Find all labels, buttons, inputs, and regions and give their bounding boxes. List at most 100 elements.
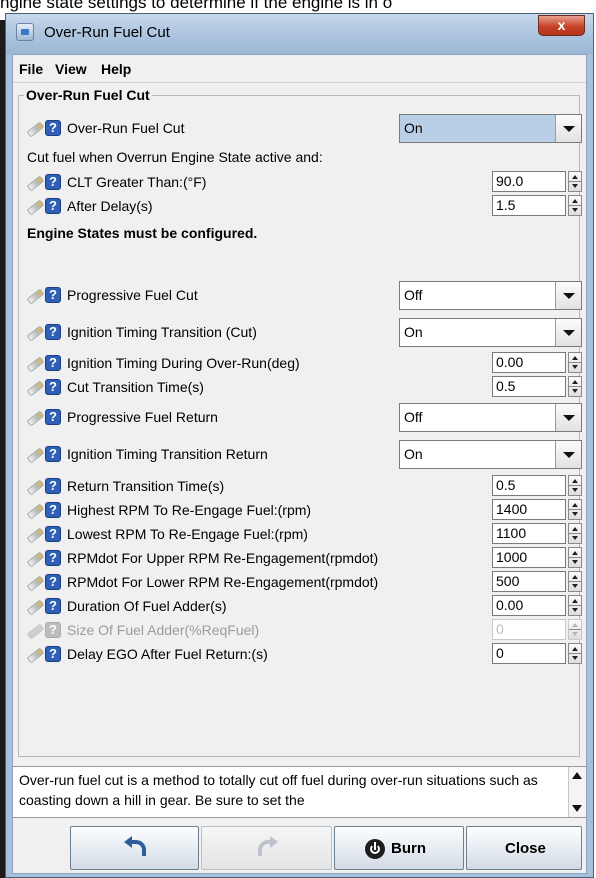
menu-view[interactable]: View	[55, 61, 87, 77]
spinner-arrows-icon[interactable]	[568, 523, 582, 544]
field-label: RPMdot For Upper RPM Re-Engagement(rpmdo…	[67, 550, 379, 566]
rpmdot-upper-stepper: 1000	[492, 547, 583, 568]
edit-pencil-icon[interactable]	[27, 503, 43, 517]
size-fuel-adder-stepper: 0	[492, 619, 583, 640]
value-field[interactable]: 90.0	[492, 171, 566, 192]
help-icon[interactable]: ?	[45, 120, 61, 136]
help-icon[interactable]: ?	[45, 646, 61, 662]
chevron-down-icon[interactable]	[555, 319, 581, 346]
row-cut-transition-time: ? Cut Transition Time(s) 0.5	[27, 375, 582, 399]
description-panel: Over-run fuel cut is a method to totally…	[13, 766, 586, 818]
scroll-down-icon[interactable]	[569, 800, 586, 817]
chevron-down-icon[interactable]	[555, 115, 581, 142]
edit-pencil-icon[interactable]	[27, 551, 43, 565]
chevron-down-icon[interactable]	[555, 441, 581, 468]
value-field[interactable]: 0.00	[492, 352, 566, 373]
edit-pencil-icon[interactable]	[27, 121, 43, 135]
edit-pencil-icon[interactable]	[27, 288, 43, 302]
edit-pencil-icon[interactable]	[27, 647, 43, 661]
help-icon[interactable]: ?	[45, 598, 61, 614]
help-icon[interactable]: ?	[45, 409, 61, 425]
return-transition-time-stepper: 0.5	[492, 475, 583, 496]
help-icon[interactable]: ?	[45, 574, 61, 590]
value-field[interactable]: 1.5	[492, 195, 566, 216]
ignition-timing-transition-return-select[interactable]: On	[399, 440, 582, 469]
spinner-arrows-icon[interactable]	[568, 595, 582, 616]
scroll-up-icon[interactable]	[569, 767, 586, 784]
progressive-fuel-cut-select[interactable]: Off	[399, 281, 582, 310]
help-icon[interactable]: ?	[45, 446, 61, 462]
help-icon[interactable]: ?	[45, 502, 61, 518]
rpmdot-lower-stepper: 500	[492, 571, 583, 592]
edit-pencil-icon	[27, 623, 43, 637]
value-field[interactable]: 1100	[492, 523, 566, 544]
edit-pencil-icon[interactable]	[27, 356, 43, 370]
spinner-arrows-icon[interactable]	[568, 571, 582, 592]
help-icon[interactable]: ?	[45, 526, 61, 542]
edit-pencil-icon[interactable]	[27, 575, 43, 589]
value-field[interactable]: 500	[492, 571, 566, 592]
edit-pencil-icon[interactable]	[27, 380, 43, 394]
power-icon	[365, 839, 385, 859]
redo-icon	[256, 836, 278, 857]
value-field[interactable]: 1400	[492, 499, 566, 520]
spinner-arrows-icon[interactable]	[568, 195, 582, 216]
progressive-fuel-return-select[interactable]: Off	[399, 403, 582, 432]
select-value: Off	[404, 409, 423, 425]
value-field: 0	[492, 619, 566, 640]
row-ignition-timing-transition-return: ? Ignition Timing Transition Return On	[27, 440, 582, 469]
edit-pencil-icon[interactable]	[27, 199, 43, 213]
title-bar[interactable]: Over-Run Fuel Cut x	[6, 14, 593, 54]
spinner-arrows-icon[interactable]	[568, 376, 582, 397]
group-title: Over-Run Fuel Cut	[24, 87, 152, 103]
help-icon[interactable]: ?	[45, 198, 61, 214]
description-scrollbar[interactable]	[568, 767, 586, 817]
edit-pencil-icon[interactable]	[27, 175, 43, 189]
duration-fuel-adder-stepper: 0.00	[492, 595, 583, 616]
spinner-arrows-icon[interactable]	[568, 475, 582, 496]
spinner-arrows-icon	[568, 619, 582, 640]
help-icon[interactable]: ?	[45, 379, 61, 395]
select-value: On	[404, 324, 423, 340]
help-icon[interactable]: ?	[45, 174, 61, 190]
value-field[interactable]: 0.00	[492, 595, 566, 616]
edit-pencil-icon[interactable]	[27, 599, 43, 613]
undo-icon	[123, 836, 146, 857]
spinner-arrows-icon[interactable]	[568, 643, 582, 664]
help-icon[interactable]: ?	[45, 478, 61, 494]
ignition-timing-transition-cut-select[interactable]: On	[399, 318, 582, 347]
spinner-arrows-icon[interactable]	[568, 171, 582, 192]
spinner-arrows-icon[interactable]	[568, 352, 582, 373]
undo-button[interactable]	[70, 826, 199, 870]
select-value: On	[404, 446, 423, 462]
help-icon[interactable]: ?	[45, 324, 61, 340]
edit-pencil-icon[interactable]	[27, 410, 43, 424]
chevron-down-icon[interactable]	[555, 404, 581, 431]
edit-pencil-icon[interactable]	[27, 325, 43, 339]
cut-fuel-note: Cut fuel when Overrun Engine State activ…	[27, 149, 323, 165]
value-field[interactable]: 0.5	[492, 475, 566, 496]
select-value: Off	[404, 287, 423, 303]
spinner-arrows-icon[interactable]	[568, 547, 582, 568]
edit-pencil-icon[interactable]	[27, 527, 43, 541]
burn-button[interactable]: Burn	[334, 826, 464, 870]
value-field[interactable]: 0.5	[492, 376, 566, 397]
menu-help[interactable]: Help	[101, 61, 131, 77]
edit-pencil-icon[interactable]	[27, 447, 43, 461]
overrun-fuel-cut-select[interactable]: On	[399, 114, 582, 143]
row-progressive-fuel-return: ? Progressive Fuel Return Off	[27, 403, 582, 432]
menu-bar: File View Help	[13, 55, 586, 83]
edit-pencil-icon[interactable]	[27, 479, 43, 493]
value-field[interactable]: 0	[492, 643, 566, 664]
menu-file[interactable]: File	[19, 61, 43, 77]
field-label: Duration Of Fuel Adder(s)	[67, 598, 227, 614]
close-button[interactable]: Close	[466, 826, 582, 870]
help-icon[interactable]: ?	[45, 355, 61, 371]
close-window-button[interactable]: x	[538, 15, 585, 36]
help-icon[interactable]: ?	[45, 287, 61, 303]
value-field[interactable]: 1000	[492, 547, 566, 568]
chevron-down-icon[interactable]	[555, 282, 581, 309]
help-icon[interactable]: ?	[45, 550, 61, 566]
field-label: Progressive Fuel Return	[67, 409, 218, 425]
spinner-arrows-icon[interactable]	[568, 499, 582, 520]
